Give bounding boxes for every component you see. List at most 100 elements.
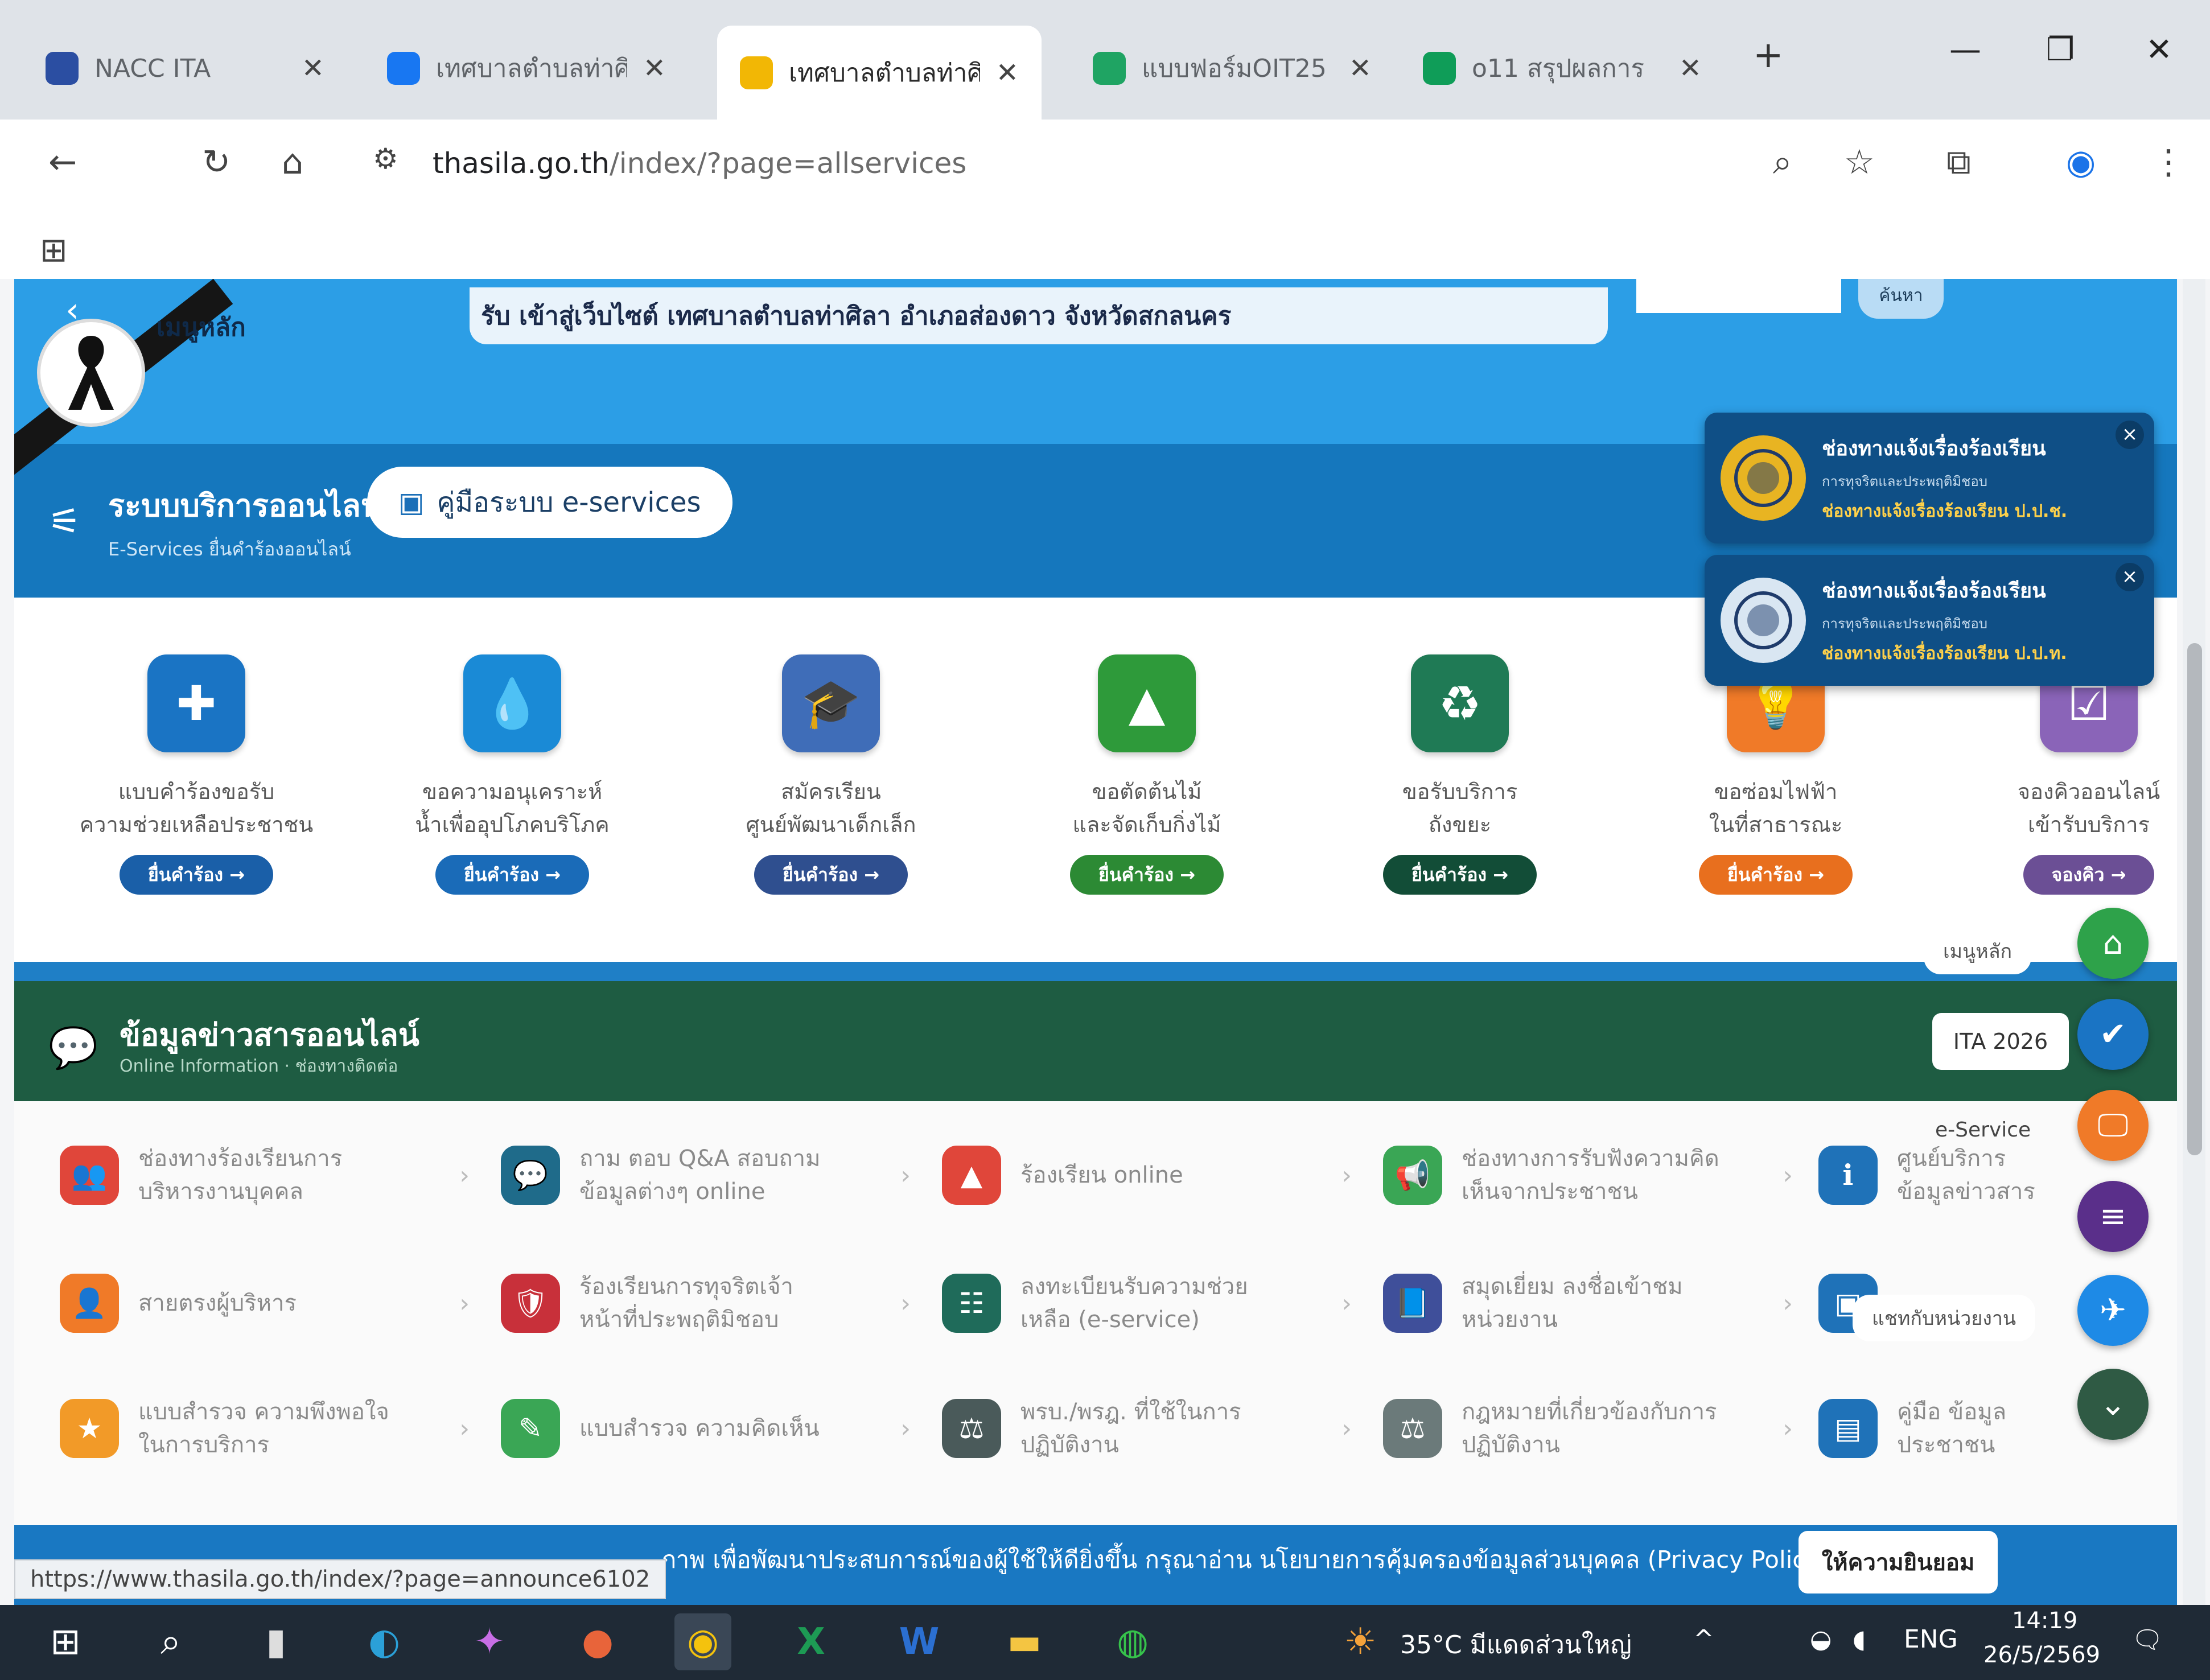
line-app-icon[interactable]: ◍ xyxy=(1104,1613,1161,1670)
copilot-icon[interactable]: ✦ xyxy=(461,1613,518,1670)
service-tile[interactable]: ▲ ขอตัดต้นไม้ และจัดเก็บกิ่งไม้ ยื่นคำร้อง… xyxy=(1010,654,1283,895)
info-link-item[interactable]: ⚖ พรบ./พรฎ. ที่ใช้ในการ ปฏิบัติงาน › xyxy=(942,1386,1374,1471)
eservice-float-label[interactable]: e-Service xyxy=(1935,1118,2031,1142)
restore-button[interactable]: ❐ xyxy=(2046,31,2075,68)
info-link-item[interactable]: ▲ ร้องเรียน online › xyxy=(942,1133,1374,1218)
profile-icon[interactable]: ◉ xyxy=(2066,142,2096,182)
close-icon[interactable]: × xyxy=(2116,563,2144,591)
submit-request-button[interactable]: ยื่นคำร้อง → xyxy=(754,855,908,895)
complaint-channel-popup[interactable]: ช่องทางแจ้งเรื่องร้องเรียน การทุจริตและปร… xyxy=(1705,413,2154,543)
popup-link[interactable]: ช่องทางแจ้งเรื่องร้องเรียน ป.ป.ช. xyxy=(1822,498,2067,525)
browser-tab[interactable]: o11 สรุปผลการ ✕ xyxy=(1400,26,1725,111)
back-arrow-icon[interactable]: ← xyxy=(48,142,77,182)
service-tile[interactable]: 💧 ขอความอนุเคราะห์ น้ำเพื่ออุปโภคบริโภค ยื… xyxy=(376,654,649,895)
home-fab-label[interactable]: เมนูหลัก xyxy=(1924,928,2032,974)
recycle-icon[interactable]: ♻ xyxy=(1411,654,1509,752)
submit-request-button[interactable]: ยื่นคำร้อง → xyxy=(435,855,589,895)
service-tile[interactable]: 💡 ขอซ่อมไฟฟ้า ในที่สาธารณะ ยื่นคำร้อง → xyxy=(1639,654,1912,895)
clock-time[interactable]: 14:19 xyxy=(2012,1608,2077,1634)
weather-text[interactable]: 35°C มีแดดส่วนใหญ่ xyxy=(1400,1625,1632,1665)
network-icon[interactable]: ◒ xyxy=(1810,1625,1832,1654)
new-tab-button[interactable]: + xyxy=(1753,34,1784,76)
menu-fab[interactable]: ≡ xyxy=(2077,1181,2149,1252)
info-link-item[interactable]: 📢 ช่องทางการรับฟังความคิด เห็นจากประชาชน › xyxy=(1383,1133,1816,1218)
site-settings-icon[interactable]: ⚙ xyxy=(373,142,398,175)
info-link-item[interactable]: ▤ คู่มือ ข้อมูล ประชาชน xyxy=(1818,1386,2057,1471)
cookie-accept-button[interactable]: ให้ความยินยอม xyxy=(1799,1531,1998,1593)
minimize-button[interactable]: — xyxy=(1949,31,1981,68)
ita-fab[interactable]: ✔ xyxy=(2077,999,2149,1070)
apps-grid-icon[interactable]: ⊞ xyxy=(40,230,68,269)
info-link-item[interactable]: ★ แบบสำรวจ ความพึงพอใจ ในการบริการ › xyxy=(60,1386,492,1471)
home-icon[interactable]: ⌂ xyxy=(282,142,303,182)
water-drop-icon[interactable]: 💧 xyxy=(463,654,561,752)
back-chevron-icon[interactable]: ‹ xyxy=(65,290,79,330)
tab-close-icon[interactable]: ✕ xyxy=(643,52,666,84)
info-link-item[interactable]: ✎ แบบสำรวจ ความคิดเห็น › xyxy=(501,1386,933,1471)
info-link-item[interactable]: ⚖ กฎหมายที่เกี่ยวข้องกับการ ปฏิบัติงาน › xyxy=(1383,1386,1816,1471)
service-tile[interactable]: 🎓 สมัครเรียน ศูนย์พัฒนาเด็กเล็ก ยื่นคำร้อง… xyxy=(694,654,968,895)
scrollbar-thumb[interactable] xyxy=(2187,643,2202,1155)
browser-tab[interactable]: NACC ITA ✕ xyxy=(23,26,347,111)
clock-date[interactable]: 26/5/2569 xyxy=(1983,1642,2100,1668)
expand-fab[interactable]: ⌄ xyxy=(2077,1369,2149,1440)
hand-heart-icon[interactable]: ✚ xyxy=(147,654,245,752)
excel-icon[interactable]: X xyxy=(783,1613,839,1670)
url-field[interactable]: thasila.go.th/index/?page=allservices xyxy=(433,147,966,180)
bookmark-star-icon[interactable]: ☆ xyxy=(1844,142,1875,182)
messenger-fab[interactable]: ✈ xyxy=(2077,1275,2149,1346)
ita-2026-button[interactable]: ITA 2026 xyxy=(1932,1013,2069,1070)
powerpoint-icon[interactable]: ● xyxy=(569,1613,626,1670)
tab-close-icon[interactable]: ✕ xyxy=(1349,52,1372,84)
tree-icon[interactable]: ▲ xyxy=(1098,654,1196,752)
service-tile[interactable]: ✚ แบบคำร้องขอรับ ความช่วยเหลือประชาชน ยื่น… xyxy=(60,654,333,895)
info-link-item[interactable]: 📘 สมุดเยี่ยม ลงชื่อเข้าชม หน่วยงาน › xyxy=(1383,1261,1816,1346)
language-indicator[interactable]: ENG xyxy=(1904,1625,1958,1654)
submit-request-button[interactable]: จองคิว → xyxy=(2023,855,2155,895)
submit-request-button[interactable]: ยื่นคำร้อง → xyxy=(1699,855,1853,895)
info-link-item[interactable]: 👤 สายตรงผู้บริหาร › xyxy=(60,1261,492,1346)
search-icon[interactable]: ⌕ xyxy=(142,1613,199,1670)
monitor-fab[interactable]: 🖵 xyxy=(2077,1090,2149,1161)
menu-dots-icon[interactable]: ⋮ xyxy=(2151,142,2186,182)
submit-request-button[interactable]: ยื่นคำร้อง → xyxy=(1070,855,1224,895)
windows-start-icon[interactable]: ⊞ xyxy=(37,1613,94,1670)
info-link-item[interactable]: ☷ ลงทะเบียนรับความช่วย เหลือ (e-service) › xyxy=(942,1261,1374,1346)
service-tile[interactable]: ♻ ขอรับบริการ ถังขยะ ยื่นคำร้อง → xyxy=(1323,654,1596,895)
close-icon[interactable]: × xyxy=(2116,421,2144,449)
popup-link[interactable]: ช่องทางแจ้งเรื่องร้องเรียน ป.ป.ท. xyxy=(1822,640,2067,667)
contact-float-label[interactable]: แชทกับหน่วยงาน xyxy=(1853,1295,2036,1341)
main-menu-label[interactable]: เมนูหลัก xyxy=(157,307,246,347)
close-window-button[interactable]: ✕ xyxy=(2146,31,2172,68)
zoom-icon[interactable]: ⌕ xyxy=(1773,142,1792,182)
tray-chevron-icon[interactable]: ^ xyxy=(1693,1625,1714,1654)
file-explorer-icon[interactable]: ▬ xyxy=(996,1613,1053,1670)
complaint-channel-popup[interactable]: ช่องทางแจ้งเรื่องร้องเรียน การทุจริตและปร… xyxy=(1705,555,2154,686)
info-link-item[interactable]: 🛡 ร้องเรียนการทุจริตเจ้า หน้าที่ประพฤติมิ… xyxy=(501,1261,933,1346)
tab-close-icon[interactable]: ✕ xyxy=(1679,52,1702,84)
header-search-button[interactable]: ค้นหา xyxy=(1858,279,1944,319)
service-tile[interactable]: ☑ จองคิวออนไลน์ เข้ารับบริการ จองคิว → xyxy=(1952,654,2210,895)
info-link-item[interactable]: 👥 ช่องทางร้องเรียนการ บริหารงานบุคคล › xyxy=(60,1133,492,1218)
task-view-icon[interactable]: ▮ xyxy=(248,1613,304,1670)
notification-center-icon[interactable]: 🗨 xyxy=(2131,1625,2163,1654)
header-search-box[interactable] xyxy=(1636,279,1841,313)
word-icon[interactable]: W xyxy=(891,1613,948,1670)
browser-tab[interactable]: เทศบาลตำบลท่าศิ ✕ xyxy=(364,26,689,111)
submit-request-button[interactable]: ยื่นคำร้อง → xyxy=(120,855,273,895)
info-link-item[interactable]: ℹ ศูนย์บริการข้อมูลข่าวสาร xyxy=(1818,1133,2057,1218)
reload-icon[interactable]: ↻ xyxy=(202,142,231,182)
submit-request-button[interactable]: ยื่นคำร้อง → xyxy=(1383,855,1537,895)
info-link-item[interactable]: 💬 ถาม ตอบ Q&A สอบถาม ข้อมูลต่างๆ online › xyxy=(501,1133,933,1218)
tab-search-icon[interactable]: ⧉ xyxy=(1946,142,1971,182)
speaker-icon[interactable]: ◖ xyxy=(1853,1625,1866,1654)
browser-tab[interactable]: แบบฟอร์มOIT25 ✕ xyxy=(1070,26,1394,111)
tab-close-icon[interactable]: ✕ xyxy=(302,52,324,84)
tab-close-icon[interactable]: ✕ xyxy=(996,57,1019,89)
browser-tab[interactable]: เทศบาลตำบลท่าศิ ✕ xyxy=(717,26,1042,120)
edge-browser-icon[interactable]: ◐ xyxy=(356,1613,413,1670)
chrome-icon[interactable]: ◉ xyxy=(674,1613,731,1670)
eservice-manual-button[interactable]: ▣ คู่มือระบบ e-services xyxy=(367,467,732,538)
graduation-cap-icon[interactable]: 🎓 xyxy=(782,654,880,752)
home-fab[interactable]: ⌂ xyxy=(2077,908,2149,979)
